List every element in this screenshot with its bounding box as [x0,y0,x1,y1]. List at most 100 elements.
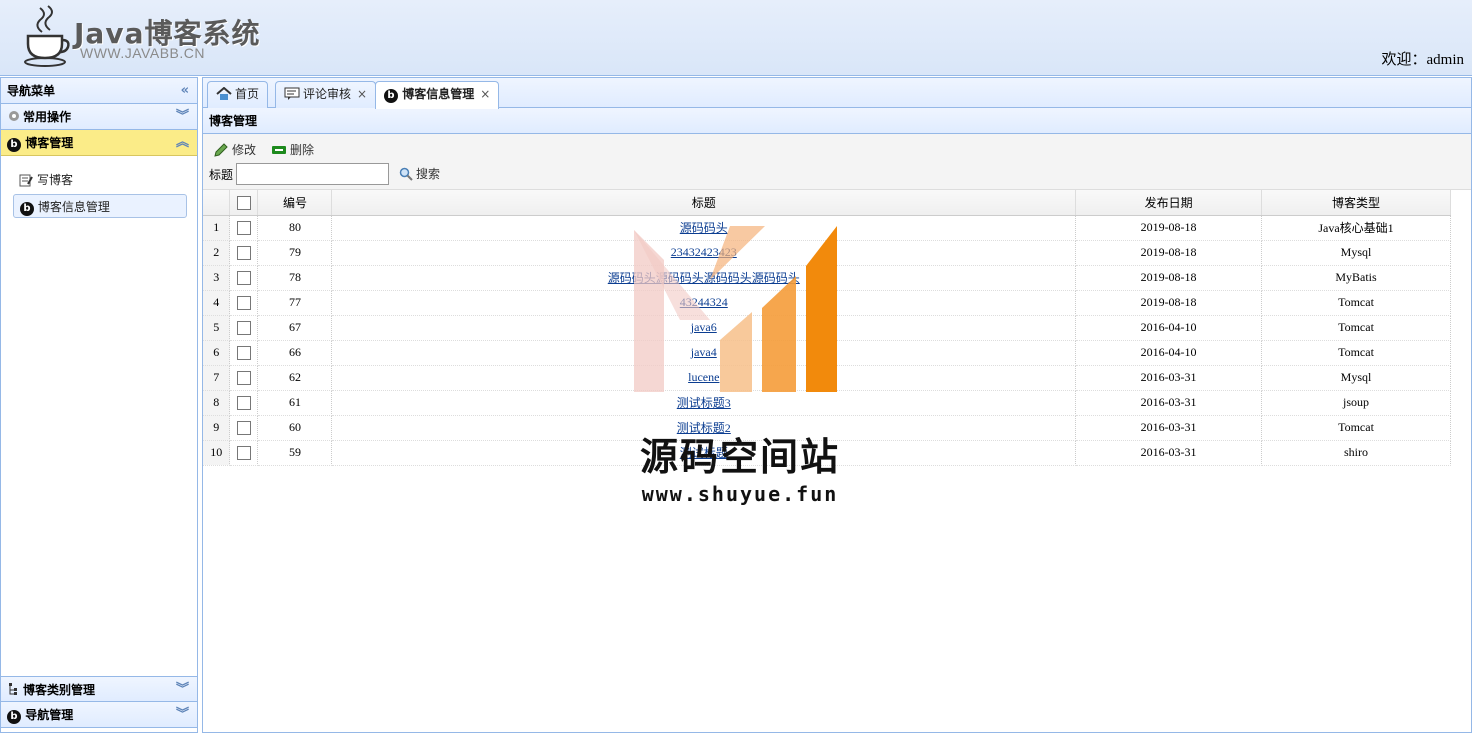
select-all-checkbox[interactable] [236,195,251,210]
blog-title-link[interactable]: 源码码头源码码头源码码头源码码头 [608,271,800,285]
sidebar-item-write-blog[interactable]: 写博客 [13,168,187,192]
row-checkbox[interactable] [236,246,251,261]
nav-section-common[interactable]: 常用操作 ︾ [1,104,197,130]
row-checkbox-cell [229,340,259,366]
row-checkbox[interactable] [236,321,251,336]
blog-id-cell: 78 [257,265,333,291]
row-checkbox[interactable] [236,296,251,311]
nav-section-label: 博客管理 [25,136,74,150]
blog-type-cell: Mysql [1261,365,1451,391]
row-checkbox[interactable] [236,271,251,286]
tab-comment-review[interactable]: 评论审核 × [275,81,377,108]
table-row[interactable]: 3 78 源码码头源码码头源码码头源码码头 2019-08-18 MyBatis [203,265,1451,291]
title-search-input[interactable] [236,163,389,185]
blog-title-cell: java4 [331,340,1077,366]
row-number: 5 [203,315,231,341]
table-row[interactable]: 8 61 测试标题3 2016-03-31 jsoup [203,390,1451,416]
blog-id-cell: 67 [257,315,333,341]
nav-menu-title: 导航菜单 « [1,78,197,104]
nav-section-navigation[interactable]: b 导航管理 ︾ [1,702,197,728]
blog-title-cell: lucene [331,365,1077,391]
blog-title-link[interactable]: java4 [691,345,717,359]
comment-icon [284,87,300,100]
blog-title-cell: 源码码头 [331,215,1077,241]
row-checkbox[interactable] [236,396,251,411]
blog-type-cell: shiro [1261,440,1451,466]
delete-button[interactable]: 删除 [271,140,314,160]
toolbar: 修改 删除 标题 搜索 [203,134,1471,190]
blog-type-cell: Mysql [1261,240,1451,266]
search-button-label: 搜索 [416,167,441,181]
blog-id-cell: 79 [257,240,333,266]
nav-section-blog[interactable]: b 博客管理 ︽ [1,130,197,156]
table-row[interactable]: 10 59 测试标题 2016-03-31 shiro [203,440,1451,466]
publish-date-cell: 2019-08-18 [1075,215,1263,241]
close-icon[interactable]: × [357,87,367,101]
table-row[interactable]: 7 62 lucene 2016-03-31 Mysql [203,365,1451,391]
row-checkbox-cell [229,415,259,441]
table-row[interactable]: 6 66 java4 2016-04-10 Tomcat [203,340,1451,366]
row-checkbox-cell [229,440,259,466]
row-checkbox-cell [229,215,259,241]
row-checkbox[interactable] [236,371,251,386]
publish-date-cell: 2019-08-18 [1075,265,1263,291]
row-checkbox[interactable] [236,421,251,436]
publish-date-cell: 2019-08-18 [1075,240,1263,266]
publish-date-cell: 2019-08-18 [1075,290,1263,316]
blog-title-link[interactable]: 测试标题3 [677,396,731,410]
blog-id-cell: 60 [257,415,333,441]
delete-label: 删除 [290,143,315,157]
nav-section-body: 写博客 b 博客信息管理 [1,156,197,676]
row-checkbox[interactable] [236,221,251,236]
blog-title-link[interactable]: 测试标题2 [677,421,731,435]
row-checkbox[interactable] [236,346,251,361]
nav-section-blog-type[interactable]: 博客类别管理 ︾ [1,676,197,702]
blog-type-cell: Java核心基础1 [1261,215,1451,241]
home-icon [216,87,232,100]
table-body: 1 80 源码码头 2019-08-18 Java核心基础1 2 79 23432423423… [203,215,1451,466]
chevron-up-icon[interactable]: ︽ [176,130,189,156]
nav-section-label: 常用操作 [23,110,72,124]
blog-id-cell: 62 [257,365,333,391]
chevron-down-icon[interactable]: ︾ [176,677,189,703]
collapse-left-icon[interactable]: « [181,78,189,104]
column-header-date[interactable]: 发布日期 [1075,190,1263,216]
blog-title-link[interactable]: java6 [691,320,717,334]
search-button[interactable]: 搜索 [399,165,440,183]
column-header-id[interactable]: 编号 [257,190,333,216]
edit-button[interactable]: 修改 [213,140,256,160]
chevron-down-icon[interactable]: ︾ [176,702,189,728]
main-panel: 首页 评论审核 × b 博客信息管理 × 博客管理 修改 删除 标题 搜索 编号… [202,77,1472,733]
blog-title-link[interactable]: lucene [688,370,719,384]
blog-title-cell: 测试标题 [331,440,1077,466]
row-number: 7 [203,365,231,391]
blog-title-link[interactable]: 源码码头 [680,221,728,235]
blog-type-cell: Tomcat [1261,415,1451,441]
chevron-down-icon[interactable]: ︾ [176,104,189,130]
table-row[interactable]: 4 77 43244324 2019-08-18 Tomcat [203,290,1451,316]
sidebar-item-blog-info[interactable]: b 博客信息管理 [13,194,187,218]
app-header: Java博客系统 WWW.JAVABB.CN 欢迎：admin [0,0,1472,76]
blog-title-link[interactable]: 43244324 [680,295,728,309]
nav-section-label: 导航管理 [25,708,74,722]
table-row[interactable]: 2 79 23432423423 2019-08-18 Mysql [203,240,1451,266]
blog-title-link[interactable]: 测试标题 [680,446,728,460]
table-row[interactable]: 1 80 源码码头 2019-08-18 Java核心基础1 [203,215,1451,241]
close-icon[interactable]: × [480,87,490,101]
publish-date-cell: 2016-04-10 [1075,340,1263,366]
table-row[interactable]: 9 60 测试标题2 2016-03-31 Tomcat [203,415,1451,441]
tab-blog-info[interactable]: b 博客信息管理 × [375,81,500,109]
sidebar-item-label: 博客信息管理 [37,200,110,214]
blog-id-cell: 80 [257,215,333,241]
blog-type-cell: Tomcat [1261,315,1451,341]
table-row[interactable]: 5 67 java6 2016-04-10 Tomcat [203,315,1451,341]
column-header-title[interactable]: 标题 [331,190,1077,216]
tab-home[interactable]: 首页 [207,81,269,108]
sidebar-item-label: 写博客 [37,173,74,187]
panel-title: 博客管理 [203,108,1471,134]
row-checkbox[interactable] [236,446,251,461]
row-checkbox-cell [229,315,259,341]
publish-date-cell: 2016-04-10 [1075,315,1263,341]
blog-title-link[interactable]: 23432423423 [671,245,737,259]
column-header-type[interactable]: 博客类型 [1261,190,1451,216]
